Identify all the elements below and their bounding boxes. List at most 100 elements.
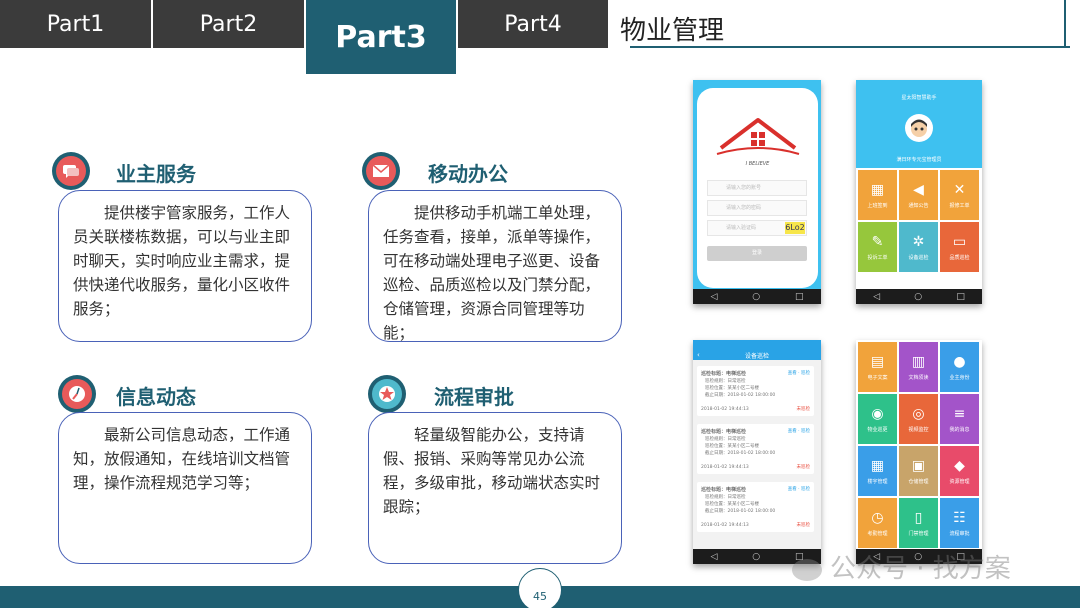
app-tile[interactable]: ☷ 流程审批 — [940, 498, 979, 548]
back-arrow-icon[interactable]: ‹ — [697, 351, 700, 359]
app-tile[interactable]: ▦ 楼宇管理 — [858, 446, 897, 496]
app-tile-icon: ▥ — [911, 353, 926, 370]
page-title: 物业管理 — [620, 16, 725, 46]
status-bar — [693, 80, 821, 88]
app-tile[interactable]: ◆ 资源管理 — [940, 446, 979, 496]
menu-header-bg: 星太阳智慧助手 满日环专元宝管理员 — [856, 80, 982, 168]
list-item-detail: 截止日期：2018-01-02 18:00:00 — [705, 393, 776, 398]
list-item-link[interactable]: 查看 · 巡检 — [788, 486, 810, 492]
feature-box-approval: 轻量级智能办公，支持请假、报销、采购等常见办公流程，多级审批，移动端状态实时跟踪… — [368, 412, 622, 564]
app-tile-icon: ◎ — [912, 405, 925, 422]
menu-subtitle: 满日环专元宝管理员 — [896, 157, 942, 163]
list-item-date: 2018-01-02 19:44:13 — [701, 523, 749, 528]
app-tile[interactable]: ◷ 考勤管理 — [858, 498, 897, 548]
feature-title-approval: 流程审批 — [434, 385, 514, 409]
back-icon[interactable]: ◁ — [873, 292, 880, 302]
menu-header-title: 星太阳智慧助手 — [901, 95, 937, 101]
menu-tile[interactable]: ✕ 报修工单 — [940, 170, 979, 220]
list-item-detail: 截止日期：2018-01-02 18:00:00 — [705, 509, 776, 514]
menu-tile[interactable]: ◀ 通知公告 — [899, 170, 938, 220]
watermark-text: 公众号 · 找方案 — [830, 554, 1011, 584]
tab-part1[interactable]: Part1 — [0, 0, 151, 48]
home-icon[interactable]: ○ — [752, 552, 760, 562]
list-item[interactable]: 巡检标题：电梯巡检 查看 · 巡检 巡检规则：日常巡检 巡检位置：某某小区二号楼 截止日… — [697, 482, 814, 532]
login-button[interactable]: 登录 — [707, 246, 807, 261]
recents-icon[interactable]: □ — [956, 292, 965, 302]
menu-tile-label: 品质巡检 — [949, 254, 970, 261]
app-tile-label: 流程审批 — [949, 530, 970, 537]
app-tile[interactable]: ◉ 物业巡更 — [858, 394, 897, 444]
tab-part4[interactable]: Part4 — [458, 0, 608, 48]
tab-part2[interactable]: Part2 — [153, 0, 304, 48]
android-nav-bar: ◁ ○ □ — [856, 289, 982, 304]
app-tile-label: 物业巡更 — [867, 426, 888, 433]
list-item-title: 巡检标题：电梯巡检 — [701, 487, 747, 493]
android-nav-bar: ◁ ○ □ — [693, 289, 821, 304]
list-item-detail: 巡检规则：日常巡检 — [705, 495, 746, 500]
list-item-link[interactable]: 查看 · 巡检 — [788, 370, 810, 376]
list-item-title: 巡检标题：电梯巡检 — [701, 371, 747, 377]
home-icon[interactable]: ○ — [914, 292, 922, 302]
avatar[interactable] — [905, 114, 933, 142]
app-tile[interactable]: ◎ 视频监控 — [899, 394, 938, 444]
password-input[interactable]: 请输入您的密码 — [707, 200, 807, 216]
list-item[interactable]: 巡检标题：电梯巡检 查看 · 巡检巡检规则：日常巡检巡检位置：某某小区二号楼截止日… — [697, 366, 814, 416]
app-tile-label: 门禁管理 — [908, 530, 929, 537]
recents-icon[interactable]: □ — [795, 292, 804, 302]
list-item-detail: 巡检位置：某某小区二号楼 — [705, 386, 759, 391]
app-tile[interactable]: ≡ 我的消息 — [940, 394, 979, 444]
tab-part3[interactable]: Part3 — [306, 0, 456, 74]
back-icon[interactable]: ◁ — [710, 292, 717, 302]
menu-tile-icon: ▦ — [870, 181, 885, 198]
menu-tile-label: 报修工单 — [949, 202, 970, 209]
app-tile-icon: ● — [953, 353, 966, 370]
app-tile[interactable]: ▤ 电子文案 — [858, 342, 897, 392]
app-tile[interactable]: ▯ 门禁管理 — [899, 498, 938, 548]
title-underline — [630, 46, 1070, 48]
star-badge-icon — [368, 375, 406, 413]
app-tile[interactable]: ● 业主身份 — [940, 342, 979, 392]
feature-title-mobile-office: 移动办公 — [428, 162, 508, 186]
menu-tile[interactable]: ▦ 上班签到 — [858, 170, 897, 220]
menu-tile-icon: ◀ — [913, 181, 924, 198]
menu-tile[interactable]: ✲ 设备巡检 — [899, 222, 938, 272]
app-tile-icon: ◆ — [954, 457, 965, 474]
mail-icon — [362, 152, 400, 190]
home-icon[interactable]: ○ — [752, 292, 760, 302]
menu-tile-icon: ✲ — [912, 233, 925, 250]
app-tile-icon: ▤ — [870, 353, 885, 370]
back-icon[interactable]: ◁ — [710, 552, 717, 562]
app-tile-label: 考勤管理 — [867, 530, 888, 537]
menu-tile[interactable]: ✎ 投诉工单 — [858, 222, 897, 272]
menu-tile-icon: ▭ — [952, 233, 967, 250]
login-card: I BELIEVE 请输入您的账号 请输入您的密码 请输入验证码 6Lo2 登录 — [697, 88, 818, 288]
wechat-icon — [792, 558, 822, 581]
menu-tile[interactable]: ▭ 品质巡检 — [940, 222, 979, 272]
list-item[interactable]: 巡检标题：电梯巡检 查看 · 巡检 巡检规则：日常巡检 巡检位置：某某小区二号楼 截止日… — [697, 424, 814, 474]
feature-title-owner-service: 业主服务 — [116, 162, 196, 186]
list-item-detail: 截止日期：2018-01-02 18:00:00 — [705, 451, 776, 456]
app-tile-icon: ☷ — [953, 509, 966, 526]
page-number-text: 45 — [533, 590, 547, 603]
app-tile-label: 仓储管理 — [908, 478, 929, 485]
captcha-placeholder: 请输入验证码 — [726, 225, 757, 231]
captcha-input[interactable]: 请输入验证码 6Lo2 — [707, 220, 807, 236]
app-tile-label: 资源管理 — [949, 478, 970, 485]
chat-icon — [52, 152, 90, 190]
app-tile[interactable]: ▣ 仓储管理 — [899, 446, 938, 496]
list-item-detail: 巡检规则：日常巡检 — [705, 379, 746, 384]
list-item-link[interactable]: 查看 · 巡检 — [788, 428, 810, 434]
compass-icon — [58, 375, 96, 413]
list-item-date: 2018-01-02 19:44:13 — [701, 407, 749, 412]
house-logo-icon — [716, 118, 800, 155]
account-input[interactable]: 请输入您的账号 — [707, 180, 807, 196]
menu-tile-label: 通知公告 — [908, 202, 929, 209]
app-tile[interactable]: ▥ 文档须读 — [899, 342, 938, 392]
menu-tile-label: 设备巡检 — [908, 254, 929, 261]
list-header-title: 设备巡检 — [744, 353, 769, 360]
title-corner-line — [1064, 0, 1066, 48]
app-tile-icon: ≡ — [953, 405, 966, 422]
phone-grid-screenshot: ▤ 电子文案 ▥ 文档须读 ● 业主身份 ◉ 物业巡更 ◎ 视频监控 ≡ 我的消息 ▦ 楼宇管理 ▣ 仓储管理… — [856, 340, 982, 564]
captcha-image[interactable]: 6Lo2 — [785, 222, 805, 234]
app-tile-icon: ◷ — [871, 509, 884, 526]
